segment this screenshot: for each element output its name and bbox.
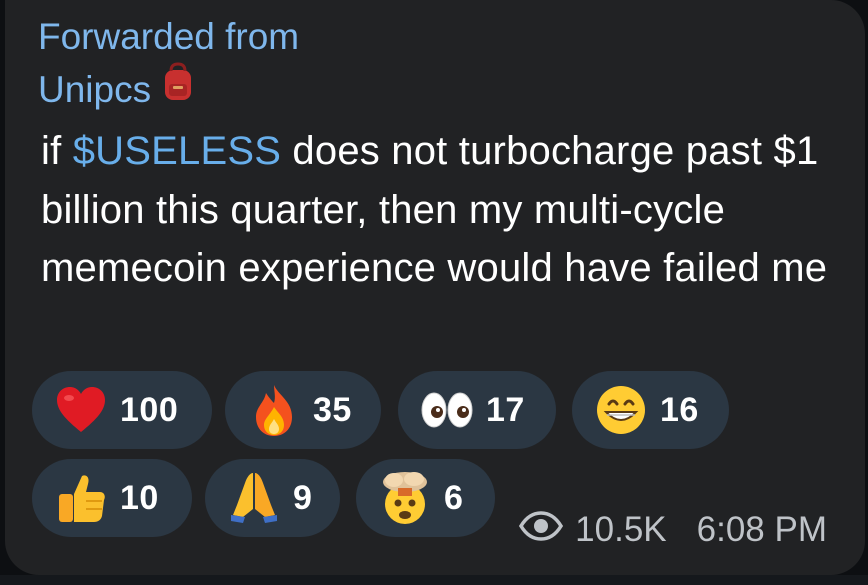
exploding-head-icon bbox=[376, 469, 434, 527]
reaction-count: 35 bbox=[313, 390, 352, 429]
message-prefix: if bbox=[41, 129, 73, 173]
reaction-count: 6 bbox=[444, 478, 464, 517]
folded-hands-icon bbox=[225, 469, 283, 527]
forward-source[interactable]: Unipcs bbox=[38, 62, 299, 115]
cashtag-link[interactable]: $USELESS bbox=[73, 129, 281, 173]
grinning-face-icon bbox=[592, 381, 650, 439]
message-text: if $USELESS does not turbocharge past $1… bbox=[41, 122, 831, 298]
message-meta: 10.5K 6:08 PM bbox=[519, 510, 827, 550]
fire-icon bbox=[245, 381, 303, 439]
reaction-heart[interactable]: 100 bbox=[32, 371, 212, 449]
message-bubble[interactable]: Forwarded from Unipcs if $USELESS does n… bbox=[5, 0, 865, 575]
reaction-pray[interactable]: 9 bbox=[205, 459, 340, 537]
reaction-mind-blown[interactable]: 6 bbox=[356, 459, 495, 537]
forward-header[interactable]: Forwarded from Unipcs bbox=[38, 12, 299, 115]
forwarded-from-label: Forwarded from bbox=[38, 16, 300, 57]
reaction-count: 16 bbox=[660, 390, 699, 429]
message-time: 6:08 PM bbox=[696, 510, 827, 549]
reaction-count: 100 bbox=[120, 390, 179, 429]
view-count: 10.5K bbox=[575, 510, 667, 549]
reaction-count: 17 bbox=[486, 390, 525, 429]
reaction-grin[interactable]: 16 bbox=[572, 371, 729, 449]
reaction-thumbs-up[interactable]: 10 bbox=[32, 459, 192, 537]
backpack-icon bbox=[161, 62, 195, 102]
chat-background bbox=[0, 575, 868, 585]
reaction-fire[interactable]: 35 bbox=[225, 371, 381, 449]
thumbs-up-icon bbox=[52, 469, 110, 527]
red-heart-icon bbox=[52, 381, 110, 439]
reaction-count: 10 bbox=[120, 478, 159, 517]
reaction-eyes[interactable]: 17 bbox=[398, 371, 556, 449]
forward-source-name[interactable]: Unipcs bbox=[38, 69, 151, 110]
eye-icon bbox=[519, 510, 564, 550]
eyes-icon bbox=[418, 381, 476, 439]
reaction-count: 9 bbox=[293, 478, 313, 517]
